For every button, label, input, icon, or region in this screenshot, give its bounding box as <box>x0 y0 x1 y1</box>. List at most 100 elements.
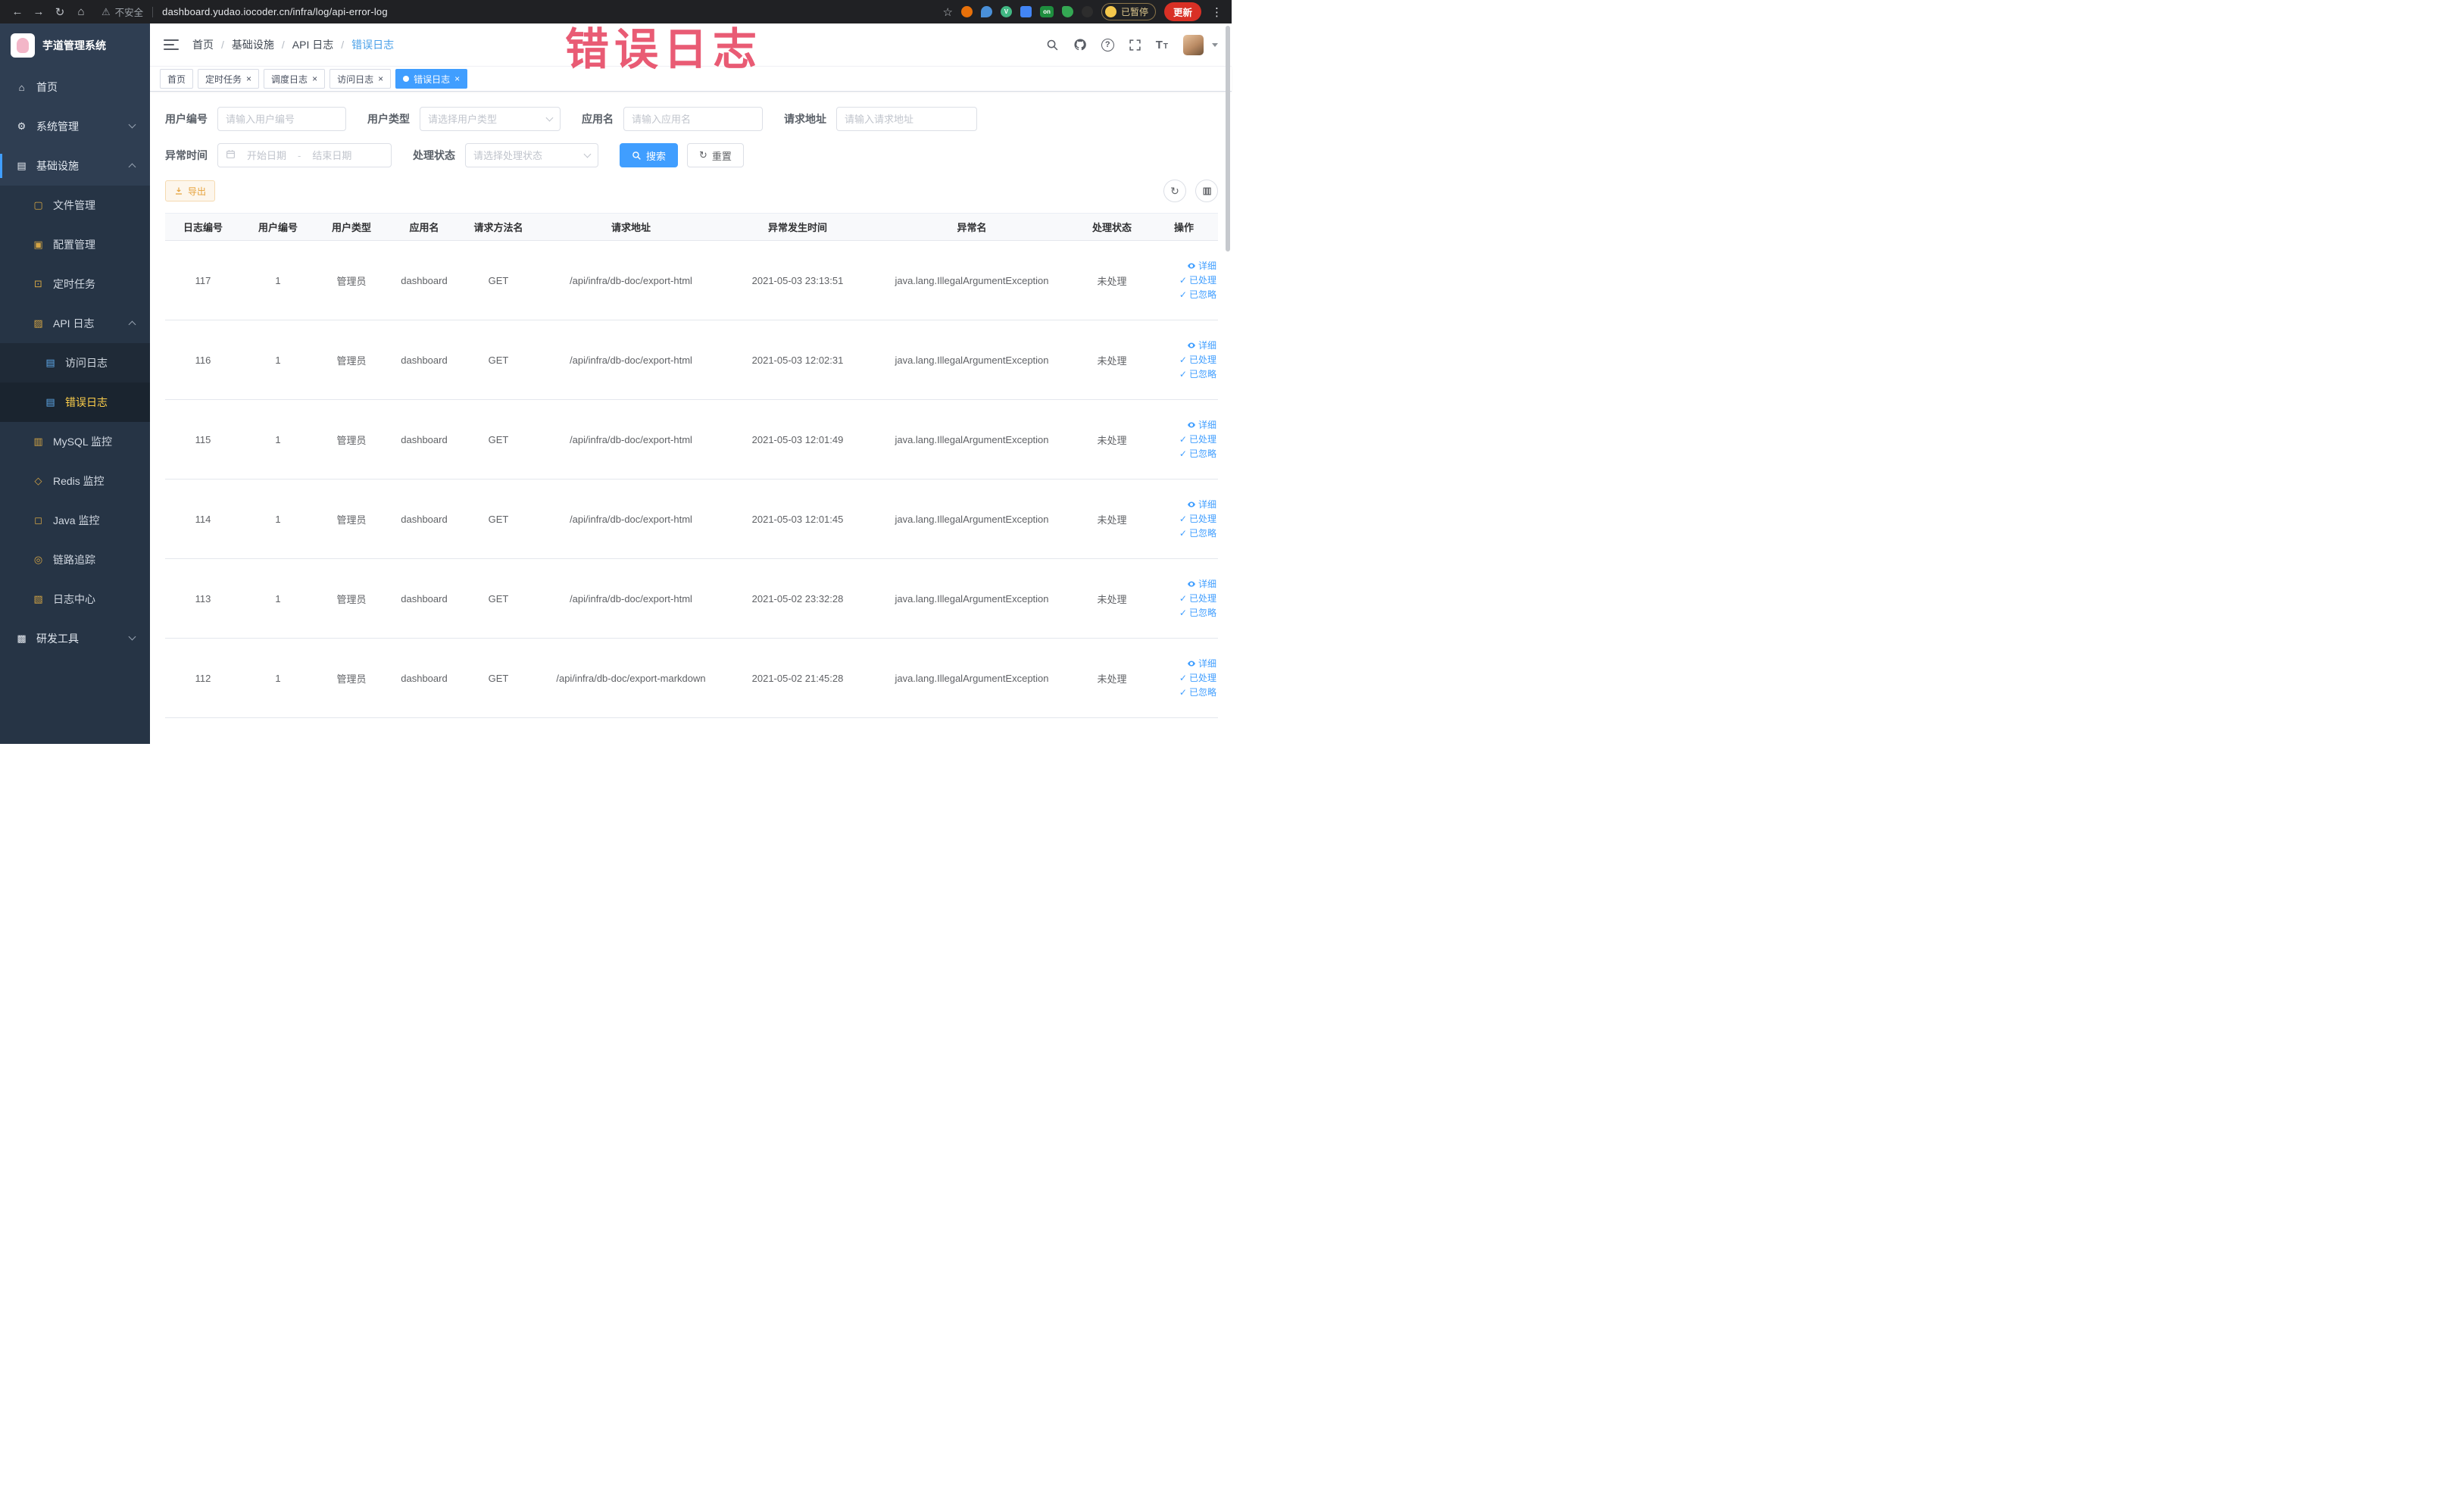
mark-ignored-link[interactable]: ✓ 已忽略 <box>1150 526 1216 541</box>
mark-ignored-link[interactable]: ✓ 已忽略 <box>1150 367 1216 382</box>
sidebar-item-redis-monitor[interactable]: ◇ Redis 监控 <box>0 461 150 501</box>
mark-ignored-link[interactable]: ✓ 已忽略 <box>1150 686 1216 700</box>
chevron-down-icon[interactable] <box>1212 42 1218 47</box>
table-row: 117 1 管理员 dashboard GET /api/infra/db-do… <box>165 240 1218 320</box>
on-badge-extension-icon[interactable]: on <box>1039 6 1054 17</box>
grid-extension-icon[interactable] <box>1020 6 1032 17</box>
app-name-field[interactable] <box>632 113 754 125</box>
sidebar-item-file-management[interactable]: ▢ 文件管理 <box>0 186 150 225</box>
help-icon[interactable]: ? <box>1101 38 1114 52</box>
user-type-select[interactable] <box>420 107 561 131</box>
start-date-field[interactable] <box>240 149 293 161</box>
mark-processed-link[interactable]: ✓ 已处理 <box>1150 592 1216 606</box>
mark-ignored-link[interactable]: ✓ 已忽略 <box>1150 606 1216 620</box>
reset-button[interactable]: ↻ 重置 <box>687 143 744 167</box>
exception-time-cell: 2021-05-02 23:32:28 <box>726 558 870 639</box>
close-icon[interactable]: × <box>246 74 251 83</box>
detail-link[interactable]: 详细 <box>1150 259 1216 273</box>
detail-link[interactable]: 详细 <box>1150 657 1216 671</box>
leaf-extension-icon[interactable] <box>1061 6 1073 17</box>
sidebar-item-error-logs[interactable]: ▤ 错误日志 <box>0 383 150 422</box>
sidebar-item-log-center[interactable]: ▧ 日志中心 <box>0 579 150 619</box>
paw-extension-icon[interactable] <box>1081 6 1093 17</box>
paused-badge[interactable]: 已暂停 <box>1101 3 1156 20</box>
site-security-chip[interactable]: ⚠ 不安全 <box>101 5 143 19</box>
end-date-field[interactable] <box>305 149 359 161</box>
sidebar-item-java-monitor[interactable]: ◻ Java 监控 <box>0 501 150 540</box>
detail-link[interactable]: 详细 <box>1150 577 1216 592</box>
app-name-input[interactable] <box>623 107 763 131</box>
divider <box>152 6 154 17</box>
user-id-input[interactable] <box>217 107 346 131</box>
sidebar-item-api-logs[interactable]: ▨ API 日志 <box>0 304 150 343</box>
bookmark-star-icon[interactable]: ☆ <box>943 5 953 19</box>
sidebar-item-infrastructure[interactable]: ▤ 基础设施 <box>0 146 150 186</box>
sidebar-item-config-management[interactable]: ▣ 配置管理 <box>0 225 150 264</box>
sidebar-item-link-tracing[interactable]: ◎ 链路追踪 <box>0 540 150 579</box>
search-button[interactable]: 搜索 <box>620 143 679 167</box>
tab-home[interactable]: 首页 <box>160 69 194 89</box>
user-type-field[interactable] <box>428 113 542 125</box>
back-icon[interactable]: ← <box>8 2 27 22</box>
column-settings-button[interactable] <box>1195 180 1218 202</box>
avatar[interactable] <box>1183 34 1204 55</box>
tab-scheduled-tasks[interactable]: 定时任务 × <box>198 69 260 89</box>
column-header: 请求方法名 <box>461 213 536 241</box>
sidebar-item-dev-tools[interactable]: ▩ 研发工具 <box>0 619 150 658</box>
tab-schedule-logs[interactable]: 调度日志 × <box>264 69 326 89</box>
status-cell: 未处理 <box>1074 240 1150 320</box>
mark-processed-link[interactable]: ✓ 已处理 <box>1150 512 1216 526</box>
request-url-input[interactable] <box>836 107 977 131</box>
tab-error-logs[interactable]: 错误日志 × <box>395 69 468 89</box>
sidebar-item-access-logs[interactable]: ▤ 访问日志 <box>0 343 150 383</box>
github-icon[interactable] <box>1073 38 1087 52</box>
process-status-select[interactable] <box>465 143 598 167</box>
search-icon[interactable] <box>1046 39 1059 52</box>
sidebar-item-home[interactable]: ⌂ 首页 <box>0 67 150 107</box>
reload-icon[interactable]: ↻ <box>50 2 70 22</box>
orange-extension-icon[interactable] <box>960 6 973 17</box>
breadcrumb-item[interactable]: 首页 <box>192 37 214 52</box>
vue-extension-icon[interactable]: V <box>1000 6 1012 17</box>
breadcrumb-item[interactable]: API 日志 <box>292 37 333 52</box>
table-row: 113 1 管理员 dashboard GET /api/infra/db-do… <box>165 558 1218 639</box>
sidebar-item-mysql-monitor[interactable]: ▥ MySQL 监控 <box>0 422 150 461</box>
request-url-field[interactable] <box>845 113 969 125</box>
refresh-button[interactable]: ↻ <box>1163 180 1186 202</box>
breadcrumb: 首页 / 基础设施 / API 日志 / 错误日志 <box>192 37 394 52</box>
close-icon[interactable]: × <box>312 74 317 83</box>
date-range-picker[interactable]: - <box>217 143 392 167</box>
breadcrumb-item[interactable]: 基础设施 <box>232 37 274 52</box>
tab-access-logs[interactable]: 访问日志 × <box>329 69 392 89</box>
close-icon[interactable]: × <box>454 74 460 83</box>
detail-link[interactable]: 详细 <box>1150 339 1216 353</box>
detail-link[interactable]: 详细 <box>1150 498 1216 512</box>
exception-name-cell: java.lang.IllegalArgumentException <box>870 240 1074 320</box>
mark-processed-link[interactable]: ✓ 已处理 <box>1150 273 1216 288</box>
address-bar-url[interactable]: dashboard.yudao.iocoder.cn/infra/log/api… <box>162 6 388 17</box>
fullscreen-icon[interactable] <box>1129 39 1141 52</box>
drop-extension-icon[interactable] <box>980 6 992 17</box>
sidebar-item-system-management[interactable]: ⚙ 系统管理 <box>0 107 150 146</box>
forward-icon[interactable]: → <box>29 2 48 22</box>
mark-processed-link[interactable]: ✓ 已处理 <box>1150 671 1216 686</box>
browser-home-icon[interactable]: ⌂ <box>71 2 91 22</box>
detail-link[interactable]: 详细 <box>1150 418 1216 433</box>
close-icon[interactable]: × <box>378 74 383 83</box>
sidebar-item-scheduled-tasks[interactable]: ⊡ 定时任务 <box>0 264 150 304</box>
mark-processed-link[interactable]: ✓ 已处理 <box>1150 353 1216 367</box>
column-header: 操作 <box>1150 213 1218 241</box>
column-header: 应用名 <box>388 213 461 241</box>
kebab-menu-icon[interactable]: ⋮ <box>1210 5 1224 19</box>
scrollbar-thumb[interactable] <box>1226 26 1230 251</box>
sidebar-collapse-icon[interactable] <box>164 39 179 50</box>
user-id-field[interactable] <box>226 113 338 125</box>
mark-ignored-link[interactable]: ✓ 已忽略 <box>1150 288 1216 302</box>
export-button[interactable]: 导出 <box>165 180 216 201</box>
mark-processed-link[interactable]: ✓ 已处理 <box>1150 433 1216 447</box>
mark-ignored-link[interactable]: ✓ 已忽略 <box>1150 447 1216 461</box>
process-status-field[interactable] <box>473 149 580 161</box>
update-button[interactable]: 更新 <box>1163 2 1201 21</box>
app-logo-row[interactable]: 芋道管理系统 <box>0 23 150 67</box>
font-size-icon[interactable]: TT <box>1156 39 1169 52</box>
